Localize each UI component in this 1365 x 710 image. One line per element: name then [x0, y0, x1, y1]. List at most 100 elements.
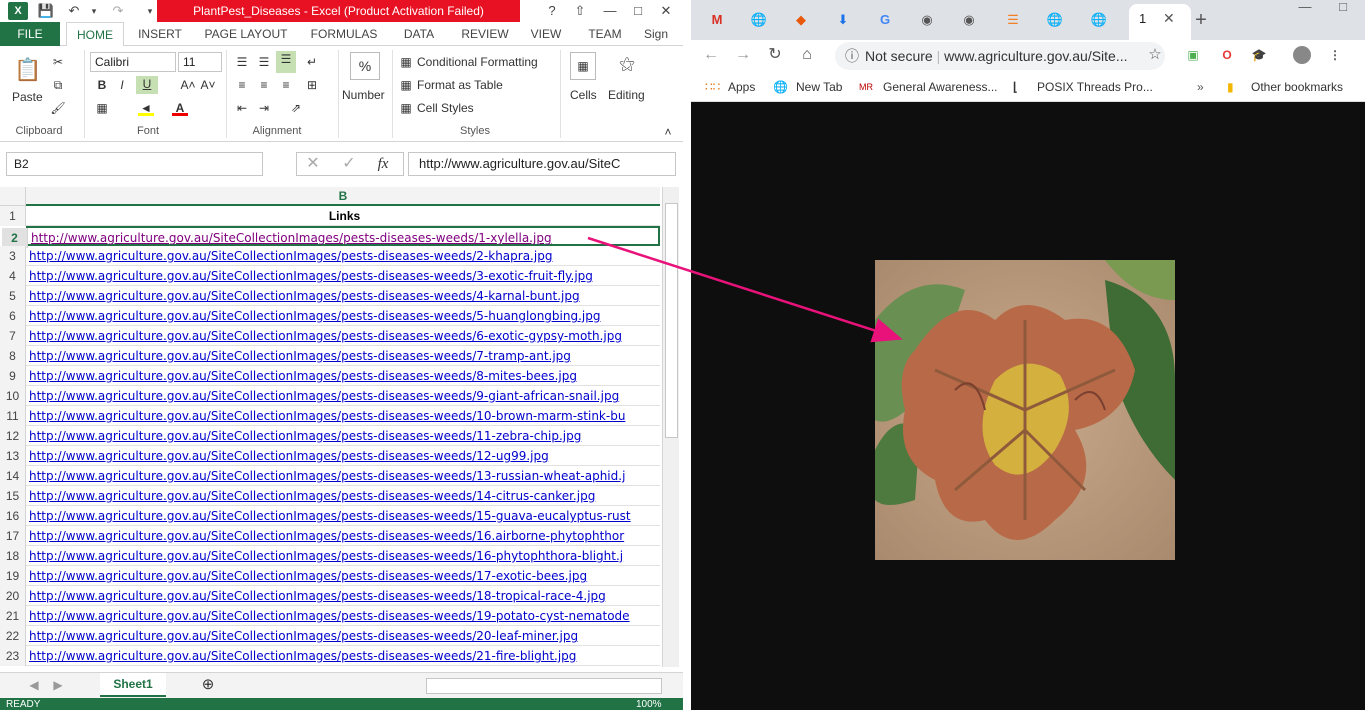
- row-header[interactable]: 11: [0, 406, 26, 426]
- tab-review[interactable]: REVIEW: [454, 22, 516, 46]
- collapse-ribbon-icon[interactable]: ˄: [660, 124, 676, 140]
- restore-icon[interactable]: □: [1325, 0, 1361, 14]
- link-cell[interactable]: http://www.agriculture.gov.au/SiteCollec…: [29, 326, 660, 346]
- tab-home[interactable]: HOME: [66, 22, 124, 47]
- sign-in-link[interactable]: Sign: [644, 22, 678, 46]
- link-cell[interactable]: http://www.agriculture.gov.au/SiteCollec…: [29, 466, 660, 486]
- decrease-font-icon[interactable]: A˅: [200, 77, 216, 93]
- minimize-button[interactable]: —: [596, 0, 624, 22]
- tab-page-layout[interactable]: PAGE LAYOUT: [196, 22, 296, 46]
- align-middle-icon[interactable]: ☰: [256, 54, 272, 70]
- row-header[interactable]: 3: [0, 246, 26, 266]
- font-name-select[interactable]: Calibri: [90, 52, 176, 72]
- link-cell[interactable]: http://www.agriculture.gov.au/SiteCollec…: [29, 406, 660, 426]
- bold-icon[interactable]: B: [94, 77, 110, 93]
- font-size-select[interactable]: 11: [178, 52, 222, 72]
- tab-globe-3[interactable]: 🌐: [1081, 8, 1117, 32]
- tab-github-2[interactable]: ◉: [951, 8, 987, 32]
- tab-globe-2[interactable]: 🌐: [1037, 8, 1073, 32]
- tab-insert[interactable]: INSERT: [130, 22, 190, 46]
- increase-font-icon[interactable]: A˄: [180, 77, 196, 93]
- borders-icon[interactable]: ▦: [94, 100, 110, 116]
- align-right-icon[interactable]: ≡: [278, 77, 294, 93]
- row-header[interactable]: 19: [0, 566, 26, 586]
- conditional-formatting-icon[interactable]: ▦: [398, 54, 414, 70]
- row-header[interactable]: 12: [0, 426, 26, 446]
- ribbon-display-icon[interactable]: ⇧: [566, 0, 594, 22]
- info-icon[interactable]: ⓘ: [845, 42, 859, 70]
- format-as-table-icon[interactable]: ▦: [398, 77, 414, 93]
- name-box[interactable]: B2: [6, 152, 263, 176]
- excel-logo-icon[interactable]: X: [8, 2, 28, 20]
- row-header[interactable]: 15: [0, 486, 26, 506]
- close-button[interactable]: ✕: [652, 0, 680, 22]
- percent-icon[interactable]: %: [350, 52, 380, 80]
- copy-icon[interactable]: ⧉: [50, 77, 66, 93]
- close-tab-icon[interactable]: ✕: [1163, 10, 1175, 27]
- row-header[interactable]: 8: [0, 346, 26, 366]
- link-cell[interactable]: http://www.agriculture.gov.au/SiteCollec…: [29, 386, 660, 406]
- link-cell[interactable]: http://www.agriculture.gov.au/SiteCollec…: [31, 228, 662, 248]
- link-cell[interactable]: http://www.agriculture.gov.au/SiteCollec…: [29, 446, 660, 466]
- opera-extension-icon[interactable]: O: [1219, 47, 1235, 63]
- help-button[interactable]: ?: [538, 0, 566, 22]
- link-cell[interactable]: http://www.agriculture.gov.au/SiteCollec…: [29, 426, 660, 446]
- paste-icon[interactable]: 📋: [14, 56, 41, 84]
- link-cell[interactable]: http://www.agriculture.gov.au/SiteCollec…: [29, 486, 660, 506]
- link-cell[interactable]: http://www.agriculture.gov.au/SiteCollec…: [29, 586, 660, 606]
- next-sheet-icon[interactable]: ▶: [50, 677, 66, 693]
- tab-download[interactable]: ⬇: [825, 8, 861, 32]
- format-painter-icon[interactable]: 🖌: [50, 100, 66, 116]
- cancel-icon[interactable]: ✕: [305, 156, 321, 172]
- bookmark-apps[interactable]: Apps: [728, 72, 755, 102]
- row-header[interactable]: 4: [0, 266, 26, 286]
- bookmark-other[interactable]: Other bookmarks: [1251, 72, 1343, 102]
- row-header[interactable]: 20: [0, 586, 26, 606]
- home-icon[interactable]: ⌂: [799, 47, 815, 63]
- italic-icon[interactable]: I: [114, 77, 130, 93]
- tab-formulas[interactable]: FORMULAS: [304, 22, 384, 46]
- bookmark-general-awareness[interactable]: General Awareness...: [883, 72, 998, 102]
- increase-indent-icon[interactable]: ⇥: [256, 100, 272, 116]
- row-header[interactable]: 14: [0, 466, 26, 486]
- link-cell[interactable]: http://www.agriculture.gov.au/SiteCollec…: [29, 306, 660, 326]
- cells-icon[interactable]: ▦: [570, 52, 596, 80]
- bookmark-star-icon[interactable]: ☆: [1147, 47, 1163, 63]
- row-header[interactable]: 10: [0, 386, 26, 406]
- editing-icon[interactable]: ⚝: [614, 52, 640, 80]
- vertical-scrollbar[interactable]: [662, 187, 679, 667]
- link-cell[interactable]: http://www.agriculture.gov.au/SiteCollec…: [29, 526, 660, 546]
- number-button[interactable]: Number: [342, 88, 385, 102]
- enter-icon[interactable]: ✓: [341, 156, 357, 172]
- tab-data[interactable]: DATA: [392, 22, 446, 46]
- wrap-text-icon[interactable]: ↵: [304, 54, 320, 70]
- row-header[interactable]: 23: [0, 646, 26, 666]
- select-all-corner[interactable]: [0, 187, 26, 206]
- undo-dropdown-icon[interactable]: ▾: [84, 2, 104, 20]
- link-cell[interactable]: http://www.agriculture.gov.au/SiteCollec…: [29, 266, 660, 286]
- link-cell[interactable]: http://www.agriculture.gov.au/SiteCollec…: [29, 506, 660, 526]
- decrease-indent-icon[interactable]: ⇤: [234, 100, 250, 116]
- undo-icon[interactable]: ↶: [64, 2, 84, 20]
- restore-button[interactable]: □: [624, 0, 652, 22]
- row-header[interactable]: 16: [0, 506, 26, 526]
- minimize-icon[interactable]: —: [1287, 0, 1323, 14]
- row-header[interactable]: 22: [0, 626, 26, 646]
- font-color-icon[interactable]: A: [172, 100, 188, 116]
- row-header[interactable]: 17: [0, 526, 26, 546]
- align-bottom-icon[interactable]: ☰: [276, 51, 296, 73]
- add-sheet-icon[interactable]: ⊕: [200, 677, 216, 693]
- zoom-level[interactable]: 100%: [636, 698, 662, 710]
- align-left-icon[interactable]: ≡: [234, 77, 250, 93]
- align-top-icon[interactable]: ☰: [234, 54, 250, 70]
- row-header[interactable]: 13: [0, 446, 26, 466]
- horizontal-scrollbar[interactable]: [426, 678, 662, 694]
- editing-button[interactable]: Editing: [608, 88, 645, 102]
- mortarboard-icon[interactable]: 🎓: [1251, 47, 1267, 63]
- tab-git[interactable]: ◆: [783, 8, 819, 32]
- link-cell[interactable]: http://www.agriculture.gov.au/SiteCollec…: [29, 646, 660, 666]
- tab-view[interactable]: VIEW: [524, 22, 568, 46]
- link-cell[interactable]: http://www.agriculture.gov.au/SiteCollec…: [29, 246, 660, 266]
- cut-icon[interactable]: ✂: [50, 54, 66, 70]
- sheet-tab[interactable]: Sheet1: [100, 673, 166, 697]
